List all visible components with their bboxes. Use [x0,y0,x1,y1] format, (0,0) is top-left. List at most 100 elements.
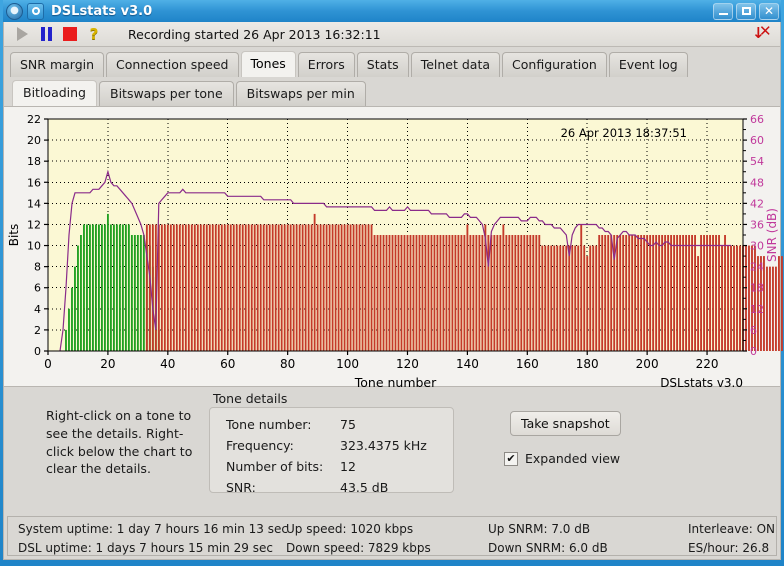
status-snrm: Up SNRM: 7.0 dB Down SNRM: 6.0 dB [488,520,688,557]
play-icon [16,27,28,41]
tab-configuration[interactable]: Configuration [502,52,607,77]
recording-status: Recording started 26 Apr 2013 16:32:11 [128,26,381,42]
down-snrm: Down SNRM: 6.0 dB [488,540,608,555]
svg-text:160: 160 [516,357,539,371]
window-title: DSLstats v3.0 [51,3,153,19]
title-bar: ● DSLstats v3.0 ✕ [3,0,781,22]
svg-text:80: 80 [280,357,295,371]
tone-details-title: Tone details [213,391,288,406]
tab-bitswaps-per-tone[interactable]: Bitswaps per tone [99,81,234,106]
svg-text:24: 24 [750,261,764,274]
svg-text:20: 20 [27,134,41,147]
chart-panel: 0 2 4 6 8 10 12 14 16 18 20 22 0 6 12 18 24 30 36 42 48 54 60 6… [4,107,783,387]
paw-icon: ● [6,2,23,20]
tab-telnet-data[interactable]: Telnet data [410,52,501,77]
client-area: ? Recording started 26 Apr 2013 16:32:11… [3,22,783,560]
svg-text:40: 40 [160,357,175,371]
secondary-tabs: Bitloading Bitswaps per tone Bitswaps pe… [4,77,780,107]
svg-text:Bits: Bits [7,224,21,247]
expanded-view-label: Expanded view [525,451,621,466]
svg-text:42: 42 [750,197,764,210]
svg-text:100: 100 [336,357,359,371]
right-click-hint: Right-click on a tone to see the details… [46,408,193,477]
stop-icon [63,27,77,41]
tab-snr-margin[interactable]: SNR margin [10,52,105,77]
svg-text:8: 8 [34,261,41,274]
tab-tones[interactable]: Tones [240,51,296,77]
svg-text:200: 200 [636,357,659,371]
svg-text:12: 12 [750,303,764,316]
stop-button[interactable] [58,24,82,45]
svg-text:20: 20 [100,357,115,371]
svg-text:14: 14 [27,197,41,210]
pause-icon [40,27,52,41]
svg-text:220: 220 [696,357,719,371]
help-icon: ? [89,24,99,43]
bitloading-chart[interactable]: 0 2 4 6 8 10 12 14 16 18 20 22 0 6 12 18 24 30 36 42 48 54 60 6… [4,111,784,387]
snr-label: SNR: [226,480,256,495]
svg-text:4: 4 [34,303,41,316]
expanded-view-row[interactable]: ✔ Expanded view [504,451,620,466]
svg-text:18: 18 [27,155,41,168]
svg-text:0: 0 [750,345,757,358]
svg-text:6: 6 [750,324,757,337]
maximize-button[interactable] [736,2,756,20]
tab-errors[interactable]: Errors [297,52,355,77]
snr-value: 43.5 dB [340,480,389,495]
svg-text:Tone number: Tone number [354,375,437,387]
expanded-view-checkbox[interactable]: ✔ [504,451,518,466]
svg-text:10: 10 [27,240,41,253]
svg-text:6: 6 [34,282,41,295]
interleave: Interleave: ON [688,522,775,536]
minimize-button[interactable] [713,2,733,20]
disconnect-button[interactable]: ↓ ✕ [750,22,774,43]
application-window: ● DSLstats v3.0 ✕ ? Recording started 26… [0,0,784,566]
svg-text:30: 30 [750,240,764,253]
svg-text:36: 36 [750,218,764,231]
up-snrm: Up SNRM: 7.0 dB [488,522,591,536]
chart-canvas[interactable]: 0246810121416182022061218243036424854606… [4,111,784,387]
take-snapshot-button[interactable]: Take snapshot [510,411,621,436]
number-of-bits-value: 12 [340,459,356,474]
svg-text:22: 22 [27,113,41,126]
svg-text:SNR (dB): SNR (dB) [765,208,779,262]
toolbar: ? Recording started 26 Apr 2013 16:32:11… [4,22,780,47]
status-misc: Interleave: ON ES/hour: 26.8 [688,520,776,557]
tab-stats[interactable]: Stats [356,52,409,77]
svg-text:54: 54 [750,155,764,168]
dsl-uptime: DSL uptime: 1 days 7 hours 15 min 29 sec [18,540,273,555]
tone-details-box: Tone number: 75 Frequency: 323.4375 kHz … [209,407,454,495]
svg-text:140: 140 [456,357,479,371]
frequency-label: Frequency: [226,438,294,453]
frequency-value: 323.4375 kHz [340,438,427,453]
close-button[interactable]: ✕ [759,2,779,20]
status-speeds: Up speed: 1020 kbps Down speed: 7829 kbp… [286,520,488,557]
status-bar: System uptime: 1 day 7 hours 16 min 13 s… [7,516,777,556]
tab-bitswaps-per-min[interactable]: Bitswaps per min [235,81,366,106]
svg-text:48: 48 [750,176,764,189]
help-button[interactable]: ? [82,24,106,45]
disc-icon [27,2,44,20]
svg-text:12: 12 [27,218,41,231]
play-button[interactable] [10,24,34,45]
svg-text:0: 0 [44,357,52,371]
down-speed: Down speed: 7829 kbps [286,540,431,555]
svg-text:60: 60 [220,357,235,371]
pause-button[interactable] [34,24,58,45]
svg-text:18: 18 [750,282,764,295]
svg-text:0: 0 [34,345,41,358]
svg-text:180: 180 [576,357,599,371]
status-uptime: System uptime: 1 day 7 hours 16 min 13 s… [18,520,288,557]
tab-event-log[interactable]: Event log [608,52,688,77]
svg-text:66: 66 [750,113,764,126]
tab-bitloading[interactable]: Bitloading [12,80,97,106]
svg-text:2: 2 [34,324,41,337]
es-per-hour: ES/hour: 26.8 [688,540,770,555]
tab-connection-speed[interactable]: Connection speed [106,52,239,77]
svg-text:120: 120 [396,357,419,371]
close-x-icon: ✕ [759,22,772,40]
details-panel: Right-click on a tone to see the details… [4,387,780,507]
svg-text:16: 16 [27,176,41,189]
system-uptime: System uptime: 1 day 7 hours 16 min 13 s… [18,522,288,536]
svg-text:60: 60 [750,134,764,147]
